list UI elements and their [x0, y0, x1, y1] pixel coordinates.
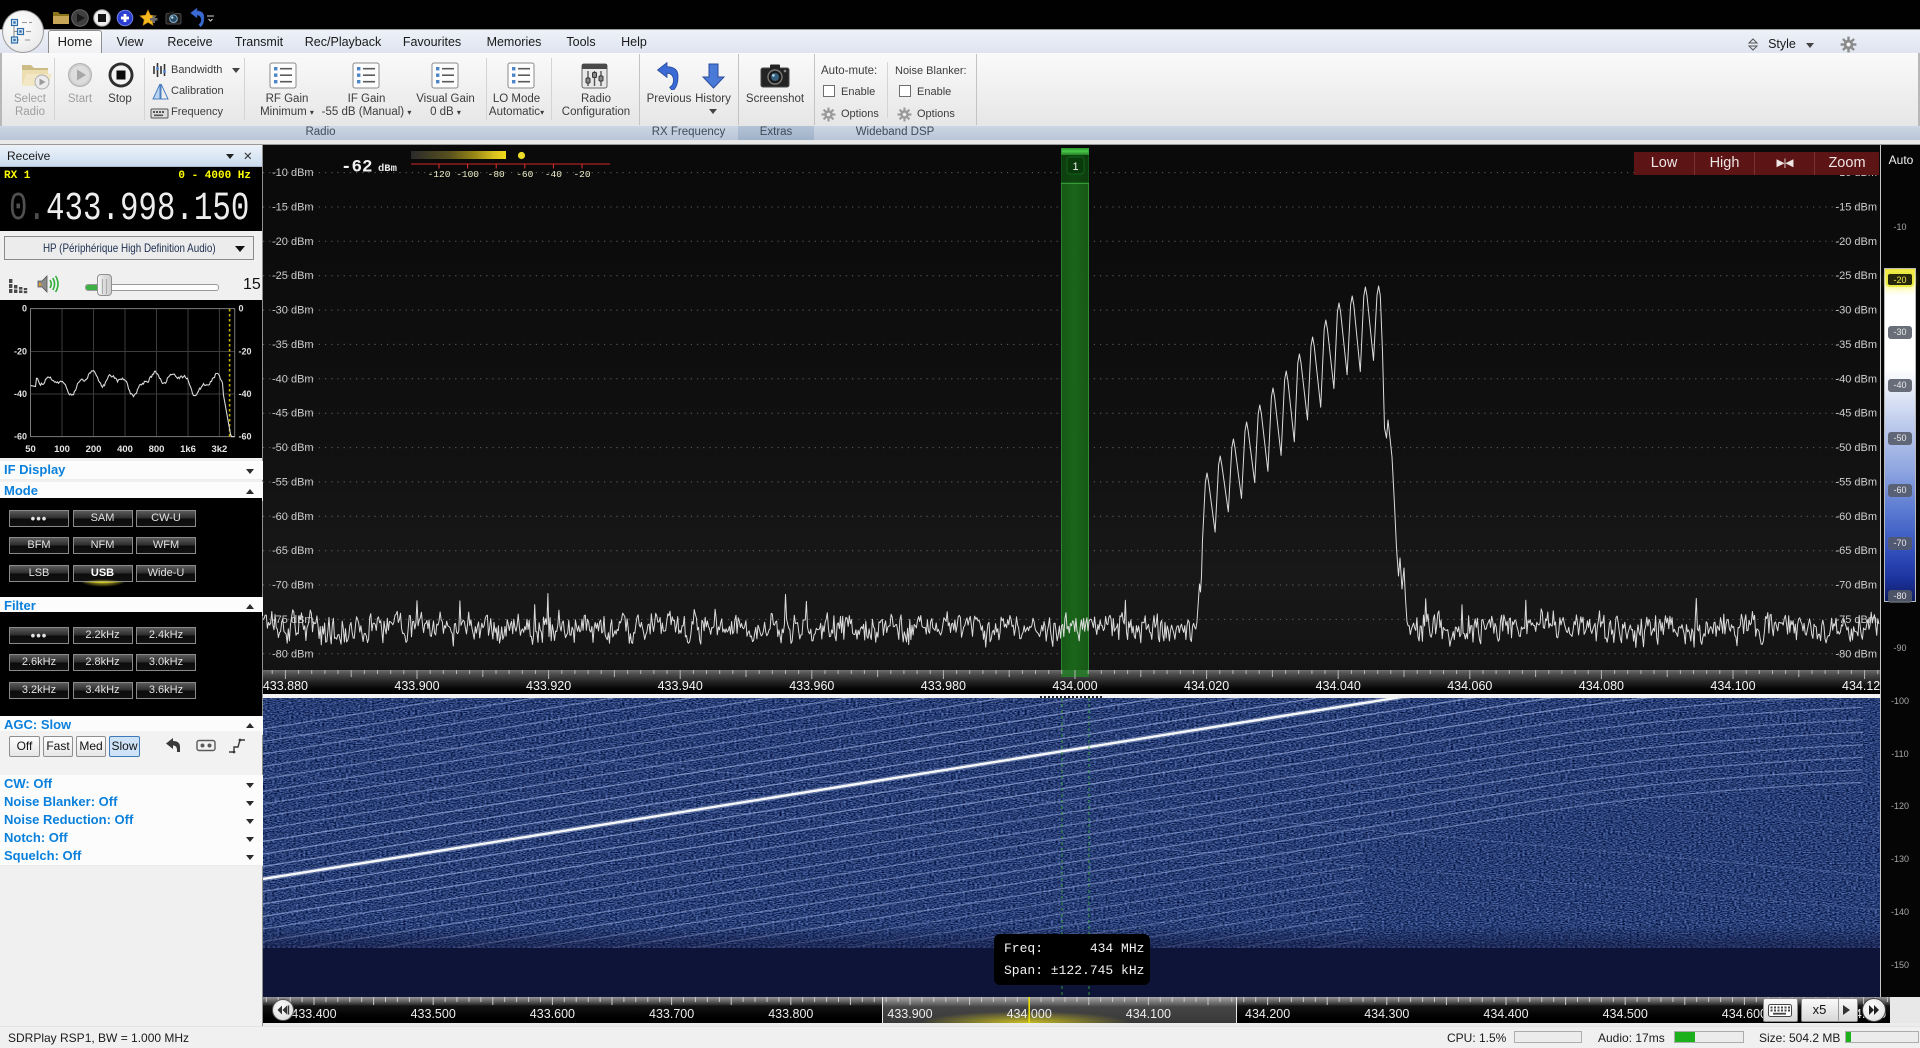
svg-text:434.200: 434.200	[1245, 1007, 1290, 1021]
svg-text:-70 dBm: -70 dBm	[272, 580, 314, 592]
svg-text:-60: -60	[239, 432, 252, 442]
svg-text:433.880: 433.880	[263, 679, 308, 693]
svg-text:434.060: 434.060	[1447, 679, 1492, 693]
svg-text:200: 200	[86, 444, 102, 455]
svg-text:434.300: 434.300	[1364, 1007, 1409, 1021]
svg-text:-50 dBm: -50 dBm	[272, 442, 314, 454]
svg-text:433.500: 433.500	[411, 1007, 456, 1021]
svg-text:-40: -40	[239, 389, 252, 399]
svg-text:-55 dBm: -55 dBm	[1835, 476, 1877, 488]
svg-text:-60 dBm: -60 dBm	[1835, 511, 1877, 523]
svg-text:433.980: 433.980	[921, 679, 966, 693]
svg-text:434.120: 434.120	[1842, 679, 1880, 693]
svg-text:-20: -20	[239, 347, 252, 357]
svg-text:-60: -60	[516, 169, 533, 180]
svg-text:434.500: 434.500	[1603, 1007, 1648, 1021]
svg-text:-25 dBm: -25 dBm	[272, 270, 314, 282]
svg-text:433.940: 433.940	[658, 679, 703, 693]
svg-text:-80 dBm: -80 dBm	[1835, 648, 1877, 660]
svg-text:-30 dBm: -30 dBm	[1835, 305, 1877, 317]
svg-text:434.020: 434.020	[1184, 679, 1229, 693]
svg-text:dBm: dBm	[378, 163, 397, 175]
svg-text:434.080: 434.080	[1579, 679, 1624, 693]
svg-text:-80 dBm: -80 dBm	[272, 648, 314, 660]
svg-text:433.900: 433.900	[394, 679, 439, 693]
svg-text:433.800: 433.800	[768, 1007, 813, 1021]
svg-text:-20 dBm: -20 dBm	[272, 236, 314, 248]
svg-text:-40: -40	[14, 389, 27, 399]
svg-text:-60 dBm: -60 dBm	[272, 511, 314, 523]
svg-text:400: 400	[117, 444, 133, 455]
svg-text:-50 dBm: -50 dBm	[1835, 442, 1877, 454]
svg-text:433.960: 433.960	[789, 679, 834, 693]
svg-text:434.400: 434.400	[1483, 1007, 1528, 1021]
svg-text:434.100: 434.100	[1126, 1007, 1171, 1021]
svg-text:-120: -120	[428, 169, 451, 180]
svg-text:800: 800	[149, 444, 165, 455]
svg-text:1: 1	[1072, 161, 1078, 173]
svg-text:50: 50	[25, 444, 36, 455]
svg-text:-60: -60	[14, 432, 27, 442]
svg-text:-100: -100	[456, 169, 479, 180]
svg-text:434.600: 434.600	[1722, 1007, 1767, 1021]
svg-text:3k2: 3k2	[211, 444, 227, 455]
svg-text:-65 dBm: -65 dBm	[272, 545, 314, 557]
svg-text:-40 dBm: -40 dBm	[1835, 373, 1877, 385]
svg-text:-45 dBm: -45 dBm	[272, 408, 314, 420]
svg-text:433.900: 433.900	[887, 1007, 932, 1021]
svg-text:100: 100	[54, 444, 70, 455]
svg-text:-62: -62	[341, 158, 373, 178]
svg-text:-15 dBm: -15 dBm	[272, 202, 314, 214]
svg-text:433.920: 433.920	[526, 679, 571, 693]
svg-text:-40: -40	[545, 169, 562, 180]
svg-text:-45 dBm: -45 dBm	[1835, 408, 1877, 420]
svg-text:-25 dBm: -25 dBm	[1835, 270, 1877, 282]
svg-text:-35 dBm: -35 dBm	[272, 339, 314, 351]
svg-text:0: 0	[239, 304, 244, 314]
svg-text:-30 dBm: -30 dBm	[272, 305, 314, 317]
svg-text:-70 dBm: -70 dBm	[1835, 580, 1877, 592]
svg-text:-20 dBm: -20 dBm	[1835, 236, 1877, 248]
svg-text:434.100: 434.100	[1710, 679, 1755, 693]
svg-text:433.400: 433.400	[291, 1007, 336, 1021]
svg-text:1k6: 1k6	[180, 444, 196, 455]
svg-text:-15 dBm: -15 dBm	[1835, 202, 1877, 214]
svg-text:434.040: 434.040	[1316, 679, 1361, 693]
svg-text:-55 dBm: -55 dBm	[272, 476, 314, 488]
svg-text:433.700: 433.700	[649, 1007, 694, 1021]
svg-text:434.000: 434.000	[1052, 679, 1097, 693]
svg-text:-20: -20	[14, 347, 27, 357]
svg-text:-10 dBm: -10 dBm	[272, 167, 314, 179]
svg-text:-75 dBm: -75 dBm	[272, 614, 314, 626]
svg-text:-20: -20	[573, 169, 590, 180]
svg-text:-35 dBm: -35 dBm	[1835, 339, 1877, 351]
svg-text:-80: -80	[488, 169, 505, 180]
svg-text:0: 0	[22, 304, 27, 314]
svg-text:-40 dBm: -40 dBm	[272, 373, 314, 385]
svg-text:-65 dBm: -65 dBm	[1835, 545, 1877, 557]
svg-text:433.600: 433.600	[530, 1007, 575, 1021]
